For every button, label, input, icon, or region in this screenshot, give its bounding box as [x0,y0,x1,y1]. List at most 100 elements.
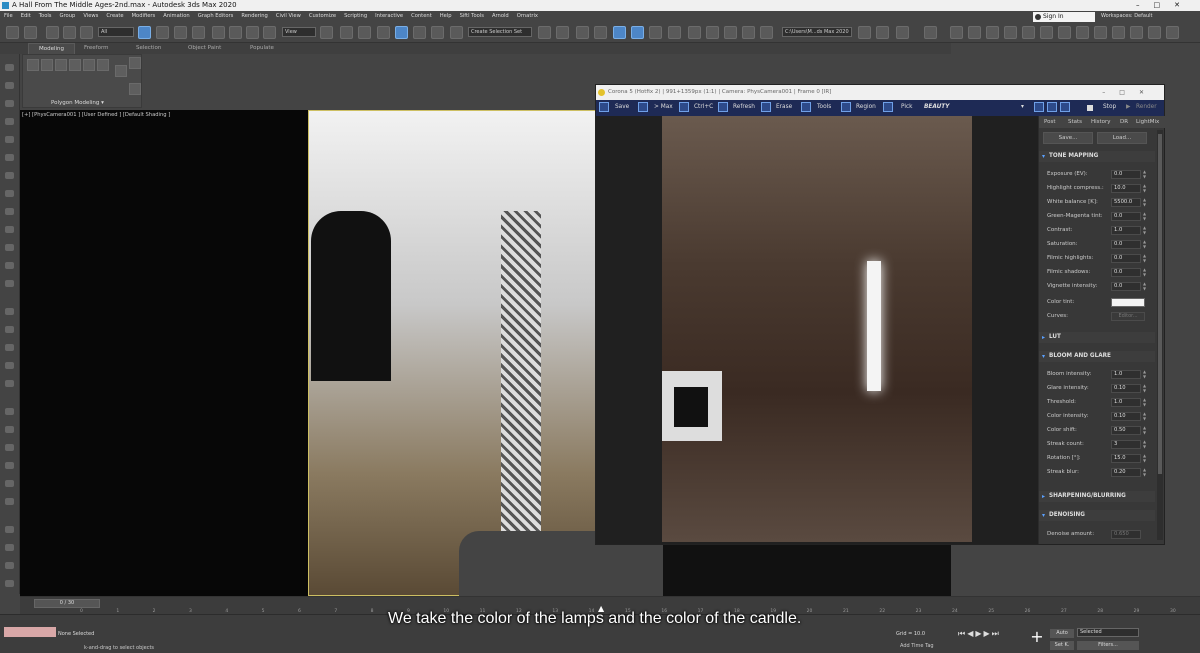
corona-tool-5-icon[interactable] [1022,26,1035,39]
bloom-spinner-icon[interactable]: ▲ ▼ [1143,397,1146,407]
left-tool-22-icon[interactable] [5,462,14,469]
to-max-icon[interactable] [638,102,648,112]
left-tool-17-icon[interactable] [5,362,14,369]
menu-item-scripting[interactable]: Scripting [344,13,367,19]
left-tool-25-icon[interactable] [5,526,14,533]
left-tool-12-icon[interactable] [5,262,14,269]
tab-selection[interactable]: Selection [136,45,161,51]
bloom-spinner-icon[interactable]: ▲ ▼ [1143,369,1146,379]
workspaces-dropdown[interactable]: Workspaces: Default [1101,13,1152,19]
named-selection-set-dropdown[interactable]: Create Selection Set [468,27,532,37]
bloom-value-field[interactable]: 1.0 [1111,398,1141,407]
menu-item-rendering[interactable]: Rendering [241,13,268,19]
corona-tool-13-icon[interactable] [1166,26,1179,39]
menu-item-arnold[interactable]: Arnold [492,13,509,19]
keyboard-shortcut-icon[interactable] [358,26,371,39]
ribbon-tool-5-icon[interactable] [83,59,95,71]
left-tool-1-icon[interactable] [5,64,14,71]
left-tool-14-icon[interactable] [5,308,14,315]
select-object-icon[interactable] [138,26,151,39]
corona-tool-1-icon[interactable] [950,26,963,39]
tone-mapping-value-field[interactable]: 5500.0 [1111,198,1141,207]
tone-mapping-section-header[interactable]: TONE MAPPING [1039,151,1155,162]
erase-icon[interactable] [761,102,771,112]
corona-tool-7-icon[interactable] [1058,26,1071,39]
bloom-spinner-icon[interactable]: ▲ ▼ [1143,383,1146,393]
auto-key-button[interactable]: Auto [1050,629,1074,638]
menu-item-views[interactable]: Views [83,13,98,19]
move-icon[interactable] [212,26,225,39]
tone-mapping-spinner-icon[interactable]: ▲ ▼ [1143,281,1146,291]
curve-editor-icon[interactable] [631,26,644,39]
tone-mapping-value-field[interactable]: 0.0 [1111,170,1141,179]
pick-icon[interactable] [883,102,893,112]
save-icon[interactable] [599,102,609,112]
lut-section-header[interactable]: LUT [1039,332,1155,343]
key-filters-button[interactable]: Filters... [1077,641,1139,650]
bloom-spinner-icon[interactable]: ▲ ▼ [1143,453,1146,463]
undo-icon[interactable] [6,26,19,39]
project-folder-icon[interactable] [858,26,871,39]
render-in-cloud-icon[interactable] [742,26,755,39]
tone-mapping-value-field[interactable]: 1.0 [1111,226,1141,235]
set-project-icon[interactable] [876,26,889,39]
left-tool-2-icon[interactable] [5,82,14,89]
percent-snap-icon[interactable] [413,26,426,39]
left-tool-26-icon[interactable] [5,544,14,551]
reference-coordinate-dropdown[interactable]: View [282,27,316,37]
bloom-value-field[interactable]: 15.0 [1111,454,1141,463]
load-preset-button[interactable]: Load... [1097,132,1147,144]
denoising-section-header[interactable]: DENOISING [1039,510,1155,521]
scale-icon[interactable] [246,26,259,39]
tab-dr[interactable]: DR [1120,119,1128,125]
script-icon[interactable] [896,26,909,39]
tools-button[interactable]: Tools [817,104,831,110]
ribbon-tool-1-icon[interactable] [27,59,39,71]
bloom-value-field[interactable]: 0.20 [1111,468,1141,477]
add-time-tag-button[interactable]: Add Time Tag [900,643,934,649]
tab-populate[interactable]: Populate [250,45,274,51]
save-preset-button[interactable]: Save... [1043,132,1093,144]
bloom-section-header[interactable]: BLOOM AND GLARE [1039,351,1155,362]
maxscript-listener[interactable] [4,627,56,637]
bloom-value-field[interactable]: 3 [1111,440,1141,449]
tab-post[interactable]: Post [1044,119,1056,125]
corona-tool-6-icon[interactable] [1040,26,1053,39]
scrollbar-thumb[interactable] [1158,134,1162,474]
bind-spacewarp-icon[interactable] [80,26,93,39]
angle-snap-icon[interactable] [395,26,408,39]
copy-button[interactable]: Ctrl+C [694,104,713,110]
redo-icon[interactable] [24,26,37,39]
menu-item-civil-view[interactable]: Civil View [276,13,301,19]
menu-item-siftl-tools[interactable]: Siftl Tools [460,13,484,19]
unlink-icon[interactable] [63,26,76,39]
region-icon[interactable] [841,102,851,112]
left-tool-24-icon[interactable] [5,498,14,505]
render-element-dropdown[interactable]: BEAUTY [924,104,949,110]
region-button[interactable]: Region [856,104,876,110]
menu-item-edit[interactable]: Edit [21,13,31,19]
corona-icon[interactable] [924,26,937,39]
snaps-toggle-icon[interactable] [377,26,390,39]
bloom-value-field[interactable]: 0.50 [1111,426,1141,435]
menu-item-content[interactable]: Content [411,13,432,19]
menu-item-animation[interactable]: Animation [163,13,189,19]
stop-button[interactable]: Stop [1103,104,1116,110]
ribbon-tool-3-icon[interactable] [55,59,67,71]
left-tool-13-icon[interactable] [5,280,14,287]
left-tool-10-icon[interactable] [5,226,14,233]
material-editor-icon[interactable] [668,26,681,39]
render-production-icon[interactable] [724,26,737,39]
left-tool-4-icon[interactable] [5,118,14,125]
refresh-button[interactable]: Refresh [733,104,755,110]
ribbon-tool-7-icon[interactable] [115,65,127,77]
left-tool-27-icon[interactable] [5,562,14,569]
menu-item-interactive[interactable]: Interactive [375,13,403,19]
render-window-titlebar[interactable]: Corona 5 (Hotfix 2) | 991+1359px (1:1) |… [596,85,1164,100]
sharpening-section-header[interactable]: SHARPENING/BLURRING [1039,491,1155,502]
tone-mapping-value-field[interactable]: 0.0 [1111,254,1141,263]
denoise-amount-field[interactable]: 0.650 [1111,530,1141,539]
pick-button[interactable]: Pick [901,104,913,110]
scene-explorer-icon[interactable] [576,26,589,39]
left-tool-9-icon[interactable] [5,208,14,215]
